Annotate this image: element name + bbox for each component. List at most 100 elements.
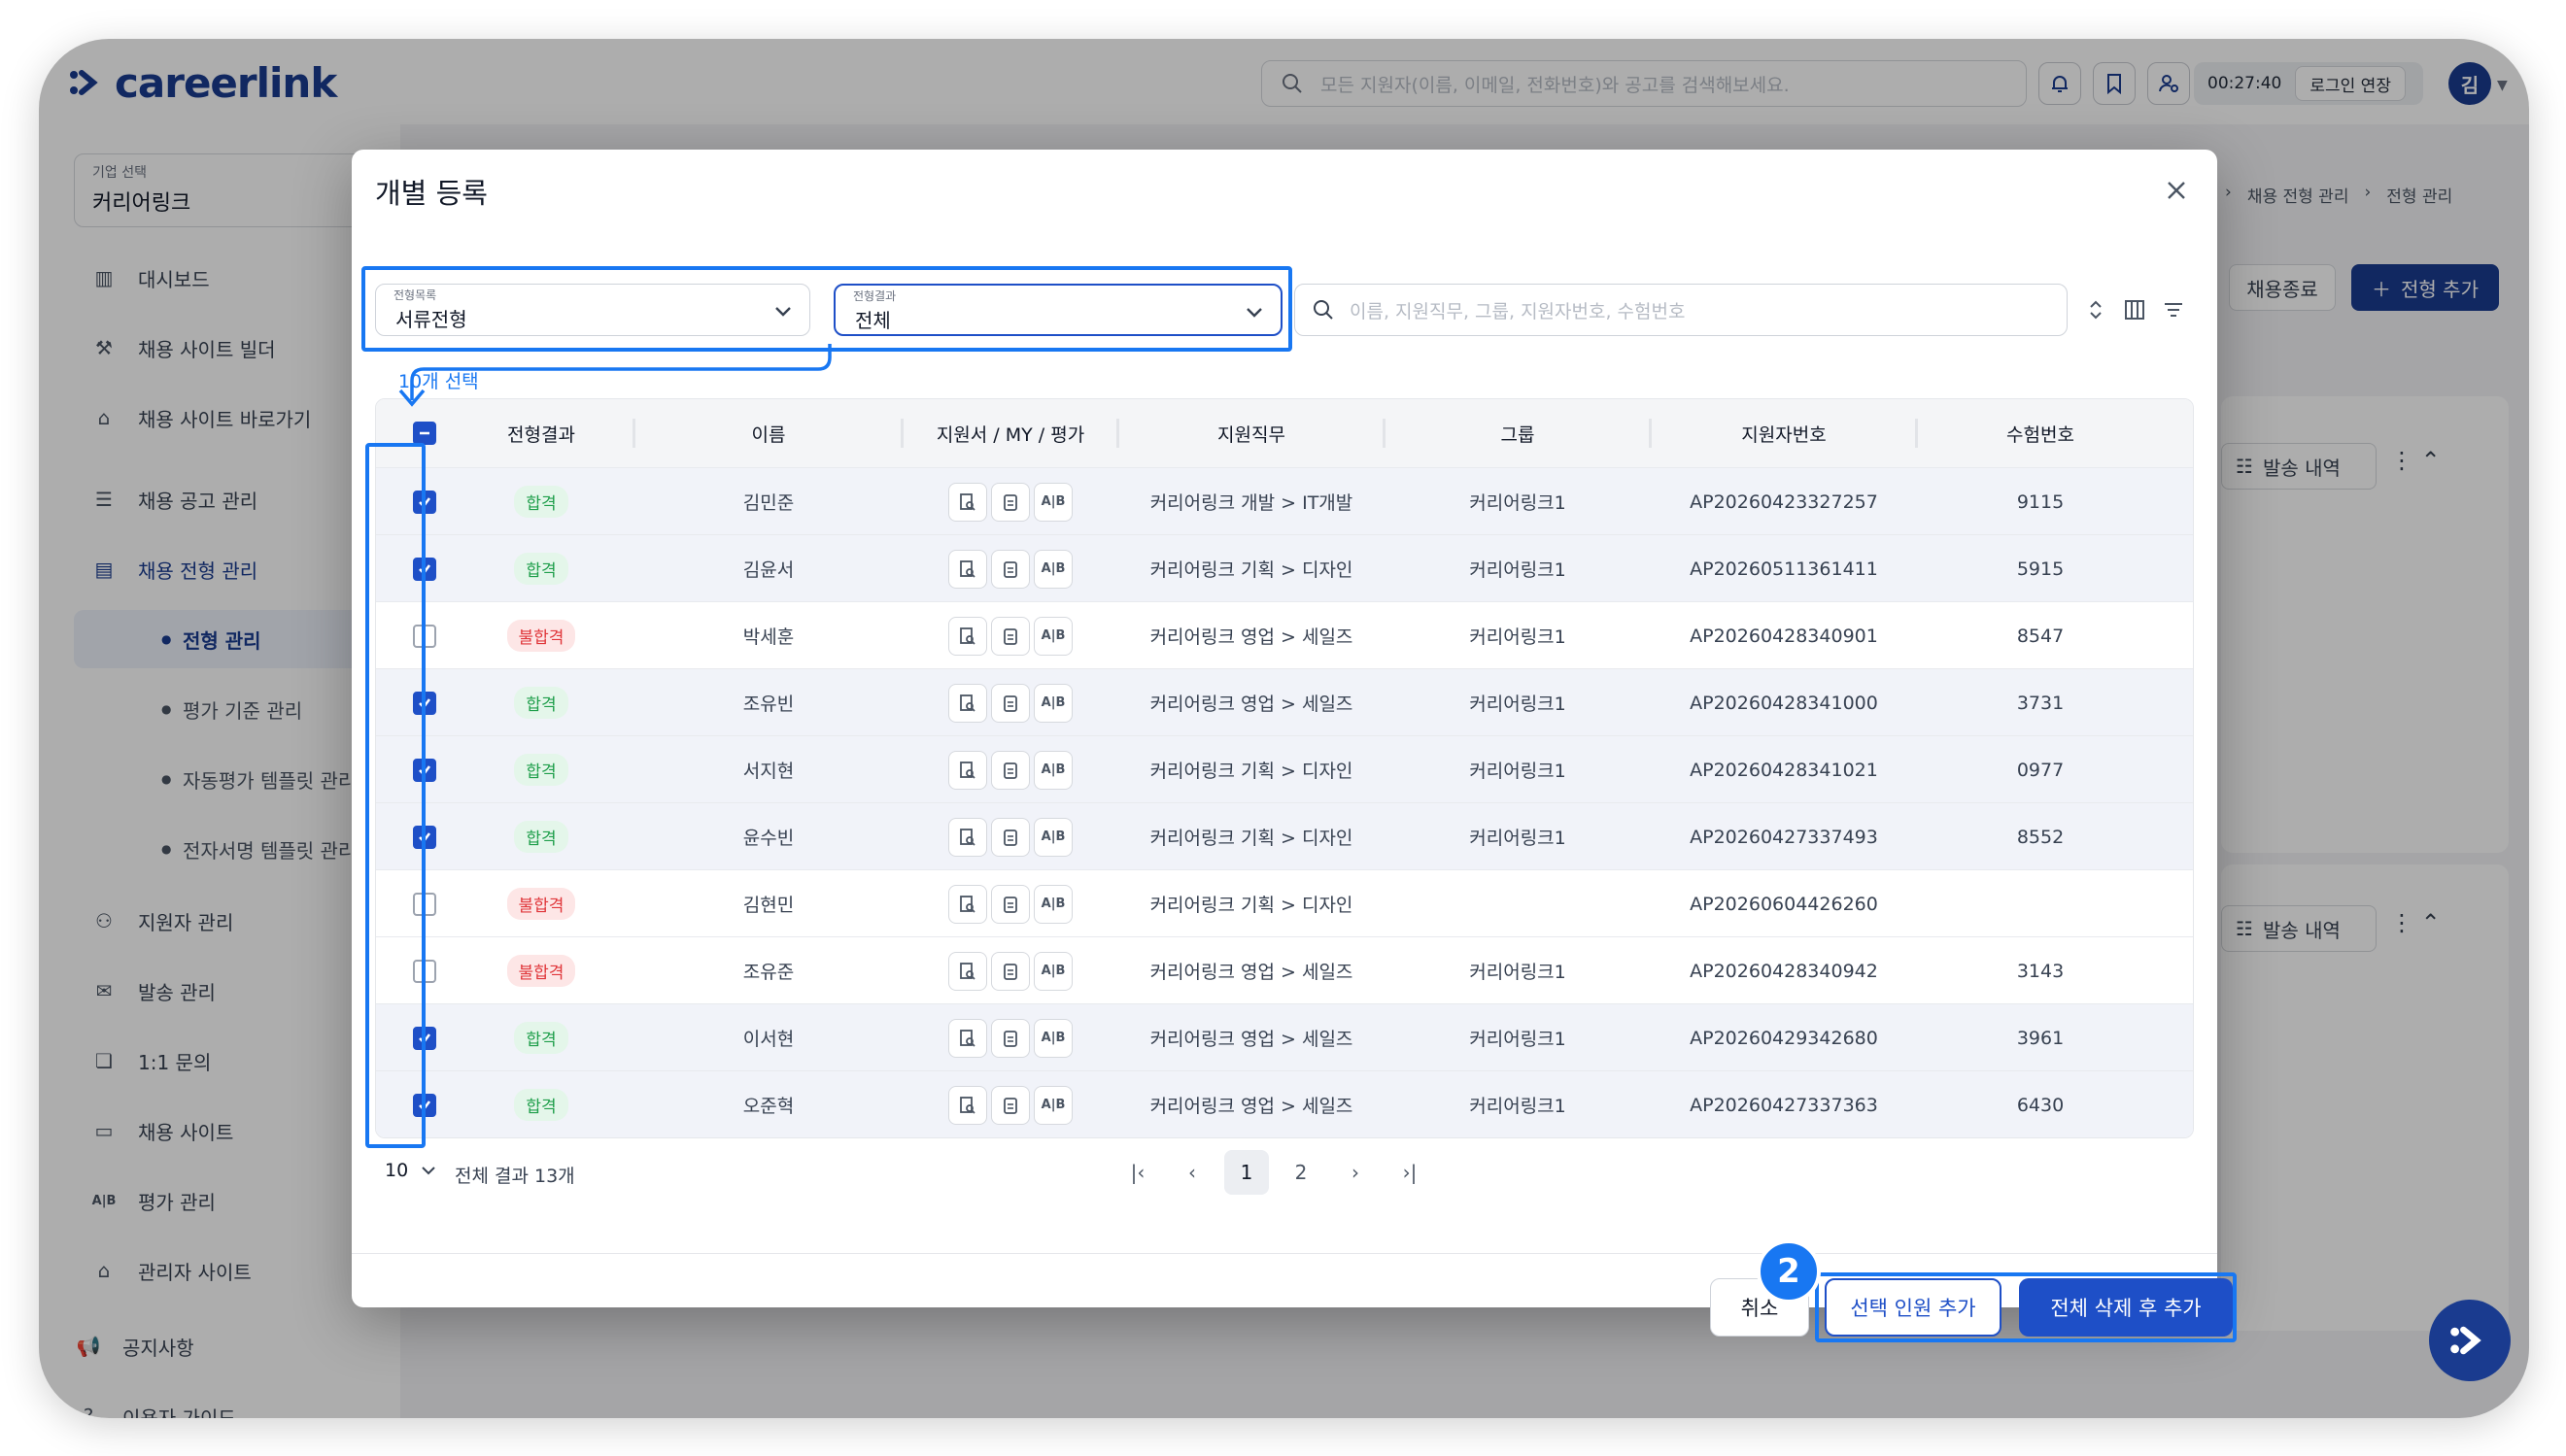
- search-icon: [1314, 300, 1333, 320]
- application-view-button[interactable]: [948, 750, 987, 790]
- table-row[interactable]: 불합격 김현민 A|B 커리어링크 기획 > 디자인 AP20260604426260: [376, 869, 2193, 936]
- add-selected-button[interactable]: 선택 인원 추가: [1825, 1278, 2001, 1337]
- modal-title: 개별 등록: [375, 177, 488, 210]
- column-divider[interactable]: [1915, 419, 1918, 448]
- documents-cell: A|B: [905, 602, 1116, 669]
- row-checkbox[interactable]: [413, 825, 436, 849]
- table-row[interactable]: 합격 조유빈 A|B 커리어링크 영업 > 세일즈 커리어링크1 AP2026042834…: [376, 668, 2193, 735]
- my-page-button[interactable]: [991, 549, 1030, 589]
- table-row[interactable]: 합격 윤수빈 A|B 커리어링크 기획 > 디자인 커리어링크1 AP2026042733…: [376, 802, 2193, 869]
- my-page-button[interactable]: [991, 1018, 1030, 1058]
- prev-page-button[interactable]: ‹: [1170, 1150, 1215, 1195]
- application-view-button[interactable]: [948, 549, 987, 589]
- stage-result-select[interactable]: 전형결과 전체: [834, 284, 1283, 336]
- application-view-button[interactable]: [948, 683, 987, 723]
- evaluation-button[interactable]: A|B: [1034, 1085, 1073, 1125]
- name-cell: 조유빈: [742, 694, 795, 715]
- my-page-button[interactable]: [991, 884, 1030, 924]
- close-button[interactable]: [2159, 173, 2194, 208]
- evaluation-button[interactable]: A|B: [1034, 951, 1073, 991]
- row-select-cell: [376, 468, 473, 535]
- application-view-button[interactable]: [948, 884, 987, 924]
- column-header-job[interactable]: 지원직무: [1120, 399, 1383, 467]
- select-all-checkbox[interactable]: [413, 422, 436, 445]
- my-page-button[interactable]: [991, 951, 1030, 991]
- exam-no-cell: 5915: [2016, 558, 2065, 580]
- job-cell: 커리어링크 기획 > 디자인: [1149, 895, 1353, 916]
- page-button-1[interactable]: 1: [1224, 1150, 1269, 1195]
- next-page-button[interactable]: ›: [1333, 1150, 1378, 1195]
- row-checkbox[interactable]: [413, 557, 436, 581]
- table-row[interactable]: 불합격 조유준 A|B 커리어링크 영업 > 세일즈 커리어링크1 AP202604283…: [376, 936, 2193, 1003]
- table-row[interactable]: 합격 서지현 A|B 커리어링크 기획 > 디자인 커리어링크1 AP2026042834…: [376, 735, 2193, 802]
- evaluation-button[interactable]: A|B: [1034, 683, 1073, 723]
- page-size-select[interactable]: 10: [385, 1160, 437, 1181]
- applicant-no-cell: AP20260604426260: [1690, 893, 1878, 915]
- column-header-documents[interactable]: 지원서 / MY / 평가: [905, 399, 1116, 467]
- row-checkbox[interactable]: [413, 892, 436, 916]
- my-page-button[interactable]: [991, 750, 1030, 790]
- column-header-group[interactable]: 그룹: [1386, 399, 1649, 467]
- result-cell: 합격: [473, 468, 609, 535]
- my-page-button[interactable]: [991, 817, 1030, 857]
- result-badge: 합격: [514, 821, 568, 853]
- row-checkbox[interactable]: [413, 1093, 436, 1117]
- filter-button[interactable]: [2159, 295, 2188, 324]
- column-divider[interactable]: [1383, 419, 1386, 448]
- evaluation-button[interactable]: A|B: [1034, 482, 1073, 522]
- replace-all-button[interactable]: 전체 삭제 후 추가: [2019, 1278, 2233, 1337]
- my-page-button[interactable]: [991, 1085, 1030, 1125]
- row-checkbox[interactable]: [413, 490, 436, 514]
- my-page-button[interactable]: [991, 482, 1030, 522]
- name-cell: 이서현: [742, 1029, 795, 1050]
- row-checkbox[interactable]: [413, 691, 436, 715]
- documents-cell: A|B: [905, 535, 1116, 602]
- document-search-icon: [960, 962, 975, 980]
- evaluation-button[interactable]: A|B: [1034, 817, 1073, 857]
- table-row[interactable]: 합격 이서현 A|B 커리어링크 영업 > 세일즈 커리어링크1 AP2026042934…: [376, 1003, 2193, 1070]
- chevron-left-icon: ‹: [1188, 1161, 1196, 1184]
- column-divider[interactable]: [1649, 419, 1652, 448]
- sort-icon: [2090, 300, 2102, 320]
- evaluation-button[interactable]: A|B: [1034, 884, 1073, 924]
- columns-button[interactable]: [2120, 295, 2149, 324]
- row-checkbox[interactable]: [413, 758, 436, 782]
- group-cell: 커리어링크1: [1469, 559, 1566, 581]
- last-page-button[interactable]: ›|: [1387, 1150, 1432, 1195]
- row-checkbox[interactable]: [413, 624, 436, 648]
- sort-button[interactable]: [2081, 295, 2110, 324]
- my-page-button[interactable]: [991, 683, 1030, 723]
- application-view-button[interactable]: [948, 951, 987, 991]
- evaluation-button[interactable]: A|B: [1034, 1018, 1073, 1058]
- column-divider[interactable]: [901, 419, 904, 448]
- column-divider[interactable]: [633, 419, 635, 448]
- table-row[interactable]: 합격 오준혁 A|B 커리어링크 영업 > 세일즈 커리어링크1 AP2026042733…: [376, 1070, 2193, 1137]
- table-row[interactable]: 합격 김윤서 A|B 커리어링크 기획 > 디자인 커리어링크1 AP2026051136…: [376, 534, 2193, 601]
- minus-icon: [420, 431, 429, 435]
- row-checkbox[interactable]: [413, 959, 436, 983]
- application-view-button[interactable]: [948, 817, 987, 857]
- page-button-2[interactable]: 2: [1279, 1150, 1323, 1195]
- evaluation-button[interactable]: A|B: [1034, 549, 1073, 589]
- table-row[interactable]: 불합격 박세훈 A|B 커리어링크 영업 > 세일즈 커리어링크1 AP202604283…: [376, 601, 2193, 668]
- column-divider[interactable]: [1116, 419, 1119, 448]
- application-view-button[interactable]: [948, 482, 987, 522]
- first-page-button[interactable]: |‹: [1115, 1150, 1160, 1195]
- applicant-no-cell: AP20260429342680: [1690, 1027, 1878, 1049]
- my-page-button[interactable]: [991, 616, 1030, 656]
- evaluation-button[interactable]: A|B: [1034, 616, 1073, 656]
- table-row[interactable]: 합격 김민준 A|B 커리어링크 개발 > IT개발 커리어링크1 AP202604233…: [376, 467, 2193, 534]
- application-view-button[interactable]: [948, 1085, 987, 1125]
- row-checkbox[interactable]: [413, 1026, 436, 1050]
- applicant-search-input[interactable]: 이름, 지원직무, 그룹, 지원자번호, 수험번호: [1294, 284, 2068, 336]
- row-select-cell: [376, 870, 473, 937]
- group-cell: 커리어링크1: [1469, 828, 1566, 849]
- column-header-exam-no[interactable]: 수험번호: [1919, 399, 2162, 467]
- application-view-button[interactable]: [948, 616, 987, 656]
- stage-list-select[interactable]: 전형목록 서류전형: [375, 284, 810, 336]
- evaluation-button[interactable]: A|B: [1034, 750, 1073, 790]
- chat-fab-button[interactable]: [2429, 1300, 2511, 1381]
- column-header-applicant-no[interactable]: 지원자번호: [1653, 399, 1915, 467]
- document-buttons: A|B: [948, 884, 1073, 924]
- application-view-button[interactable]: [948, 1018, 987, 1058]
